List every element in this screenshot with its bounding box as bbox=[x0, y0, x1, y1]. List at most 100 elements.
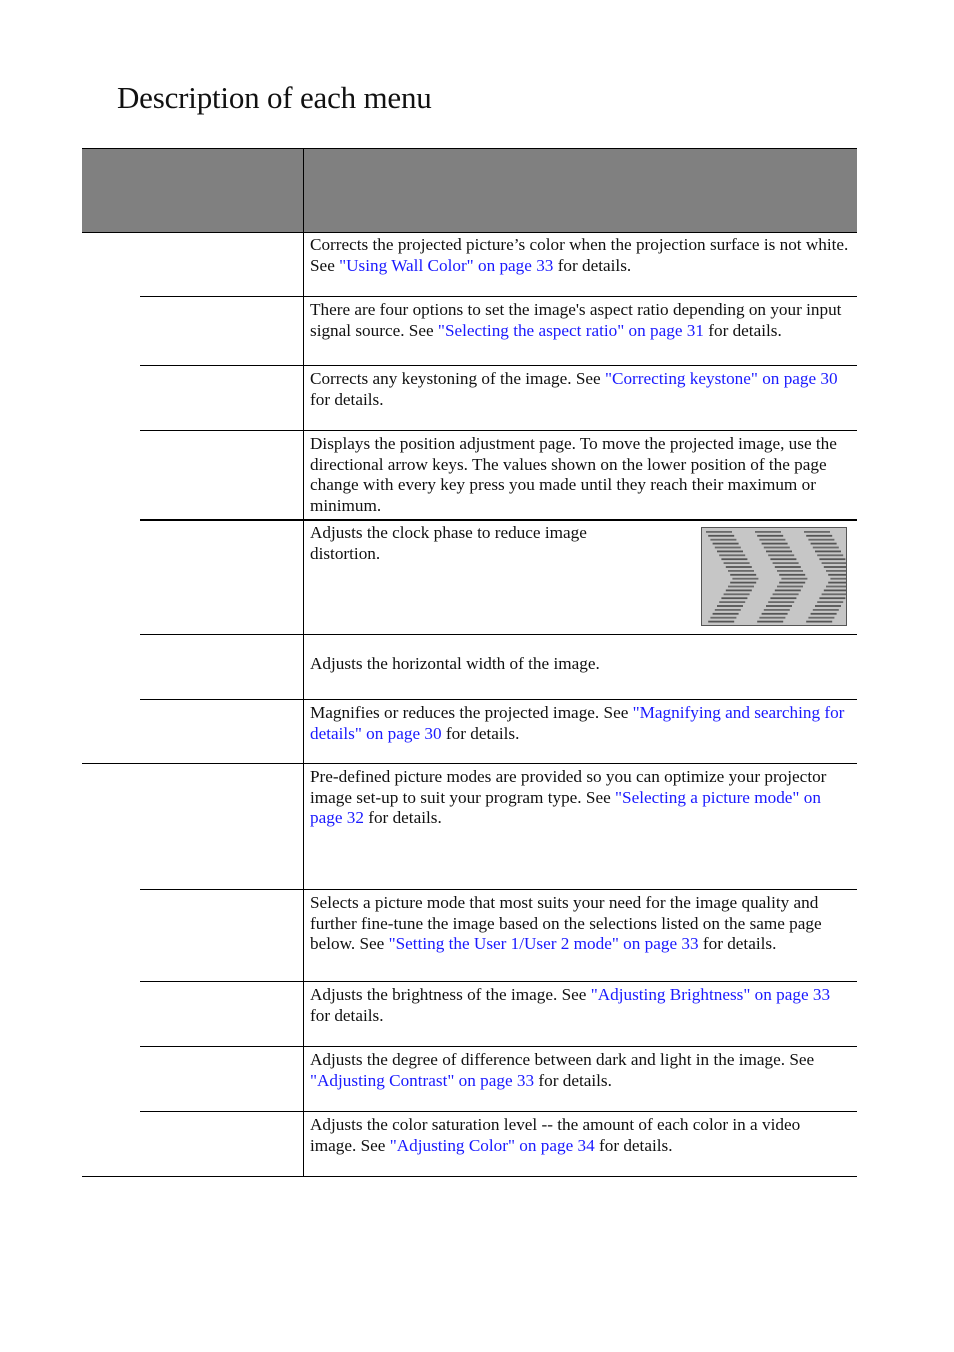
zigzag-stripe bbox=[721, 597, 748, 600]
zigzag-stripe bbox=[826, 585, 846, 588]
zigzag-stripe bbox=[817, 601, 844, 603]
zigzag-stripe bbox=[708, 534, 735, 537]
zigzag-stripe bbox=[723, 593, 750, 596]
phase-zigzag-graphic bbox=[706, 531, 846, 623]
menu-item-description: Displays the position adjustment page. T… bbox=[310, 434, 850, 516]
cross-reference-link[interactable]: "Adjusting Brightness" on page 33 bbox=[591, 985, 830, 1004]
zigzag-stripe bbox=[719, 554, 746, 557]
zigzag-stripe bbox=[772, 593, 799, 596]
zigzag-stripe bbox=[828, 573, 846, 576]
menu-item-description: Pre-defined picture modes are provided s… bbox=[310, 767, 850, 829]
zigzag-stripe bbox=[725, 589, 752, 592]
cross-reference-link[interactable]: "Setting the User 1/User 2 mode" on page… bbox=[389, 934, 699, 953]
zigzag-stripe bbox=[766, 550, 792, 553]
description-text: for details. bbox=[310, 389, 384, 409]
zigzag-stripe bbox=[815, 550, 841, 553]
zigzag-stripe bbox=[757, 620, 784, 623]
zigzag-stripe bbox=[708, 620, 735, 623]
zigzag-stripe bbox=[777, 585, 803, 588]
description-text: Magnifies or reduces the projected image… bbox=[310, 703, 633, 722]
row-divider bbox=[140, 981, 857, 982]
row-divider bbox=[140, 699, 857, 700]
cross-reference-link[interactable]: "Adjusting Color" on page 34 bbox=[390, 1136, 595, 1155]
description-text: for details. bbox=[534, 1070, 612, 1090]
zigzag-stripe bbox=[777, 570, 803, 572]
menu-item-description: Adjusts the degree of difference between… bbox=[310, 1050, 850, 1091]
zigzag-stripe bbox=[728, 570, 754, 572]
zigzag-stripe bbox=[774, 589, 801, 592]
row-divider bbox=[140, 634, 857, 635]
menu-item-description: Selects a picture mode that most suits y… bbox=[310, 893, 850, 955]
row-divider bbox=[140, 430, 857, 431]
menu-item-description: Adjusts the clock phase to reduce image … bbox=[310, 523, 650, 564]
zigzag-stripe bbox=[766, 605, 792, 607]
zigzag-stripe bbox=[755, 531, 781, 533]
zigzag-stripe bbox=[810, 612, 837, 615]
zigzag-stripe bbox=[725, 566, 752, 568]
description-text: Adjusts the degree of difference between… bbox=[310, 1050, 815, 1069]
zigzag-stripe bbox=[730, 581, 757, 584]
menu-item-description: Magnifies or reduces the projected image… bbox=[310, 703, 850, 744]
zigzag-stripe bbox=[761, 542, 788, 545]
zigzag-stripe bbox=[714, 546, 741, 549]
menu-item-description: Corrects the projected picture’s color w… bbox=[310, 235, 850, 276]
table-header bbox=[82, 148, 857, 233]
zigzag-stripe bbox=[763, 609, 790, 611]
zigzag-stripe bbox=[828, 581, 846, 584]
zigzag-stripe bbox=[759, 616, 786, 619]
zigzag-stripe bbox=[821, 593, 846, 596]
zigzag-stripe bbox=[717, 550, 743, 553]
row-divider bbox=[140, 889, 857, 890]
zigzag-stripe bbox=[823, 589, 846, 592]
zigzag-stripe bbox=[830, 577, 846, 580]
cross-reference-link[interactable]: "Selecting the aspect ratio" on page 31 bbox=[438, 321, 704, 340]
row-divider bbox=[140, 365, 857, 366]
description-text: Corrects any keystoning of the image. Se… bbox=[310, 369, 605, 388]
zigzag-stripe bbox=[774, 566, 801, 568]
description-text: Adjusts the brightness of the image. See bbox=[310, 985, 591, 1004]
menu-item-description: Adjusts the color saturation level -- th… bbox=[310, 1115, 850, 1156]
zigzag-stripe bbox=[781, 577, 808, 580]
zigzag-stripe bbox=[761, 612, 788, 615]
row-divider bbox=[82, 763, 857, 764]
menu-item-description: Adjusts the horizontal width of the imag… bbox=[310, 654, 850, 675]
zigzag-stripe bbox=[710, 616, 737, 619]
menu-item-description: There are four options to set the image'… bbox=[310, 300, 850, 341]
zigzag-stripe bbox=[804, 531, 830, 533]
zigzag-stripe bbox=[812, 609, 839, 611]
zigzag-stripe bbox=[719, 601, 746, 603]
zigzag-stripe bbox=[817, 554, 844, 557]
zigzag-stripe bbox=[812, 546, 839, 549]
zigzag-stripe bbox=[770, 597, 797, 600]
page-title: Description of each menu bbox=[117, 80, 432, 115]
description-text: for details. bbox=[363, 808, 442, 828]
description-text: for details. bbox=[594, 1135, 673, 1155]
zigzag-stripe bbox=[826, 570, 846, 572]
description-text: for details. bbox=[553, 255, 632, 275]
zigzag-stripe bbox=[728, 585, 754, 588]
zigzag-stripe bbox=[763, 546, 790, 549]
zigzag-stripe bbox=[808, 538, 835, 541]
description-text: Displays the position adjustment page. T… bbox=[310, 434, 837, 515]
cross-reference-link[interactable]: "Using Wall Color" on page 33 bbox=[339, 256, 553, 275]
zigzag-stripe bbox=[706, 531, 732, 533]
row-divider bbox=[140, 296, 857, 297]
zigzag-stripe bbox=[770, 558, 797, 561]
zigzag-stripe bbox=[823, 566, 846, 568]
zigzag-stripe bbox=[772, 562, 799, 564]
zigzag-stripe bbox=[710, 538, 737, 541]
zigzag-stripe bbox=[779, 573, 806, 576]
cross-reference-link[interactable]: "Correcting keystone" on page 30 bbox=[605, 369, 838, 388]
column-divider bbox=[303, 231, 304, 1177]
zigzag-stripe bbox=[730, 573, 757, 576]
row-divider bbox=[140, 519, 857, 521]
cross-reference-link[interactable]: "Adjusting Contrast" on page 33 bbox=[310, 1071, 534, 1090]
zigzag-stripe bbox=[819, 558, 846, 561]
zigzag-stripe bbox=[810, 542, 837, 545]
zigzag-stripe bbox=[723, 562, 750, 564]
menu-item-description: Adjusts the brightness of the image. See… bbox=[310, 985, 850, 1026]
zigzag-stripe bbox=[712, 612, 739, 615]
zigzag-stripe bbox=[759, 538, 786, 541]
description-text: for details. bbox=[698, 934, 777, 954]
description-text: for details. bbox=[703, 320, 782, 340]
